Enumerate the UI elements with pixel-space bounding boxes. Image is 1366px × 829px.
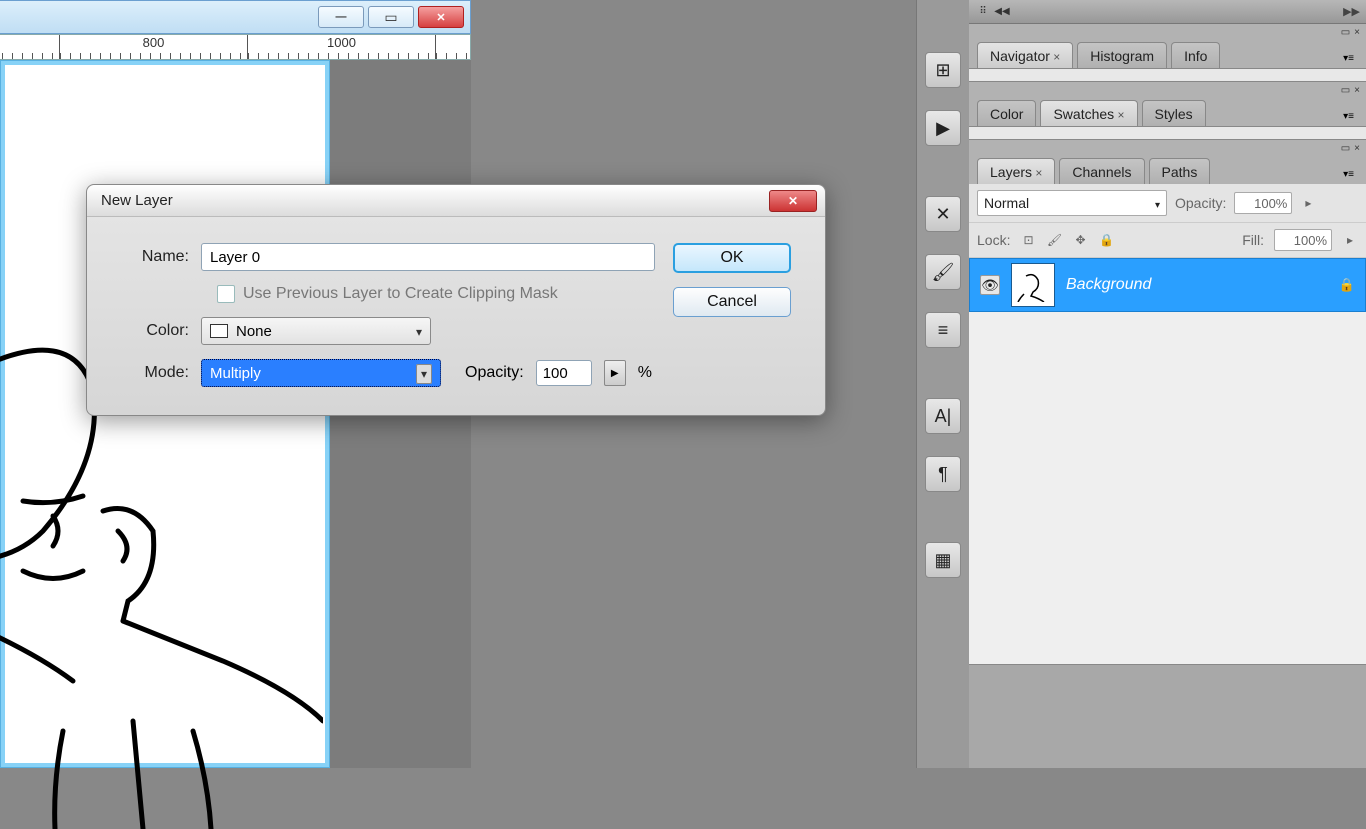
- ruler-tick: 800: [59, 35, 247, 59]
- panel-minimize-icon[interactable]: ▭: [1341, 27, 1350, 38]
- layer-thumbnail[interactable]: [1012, 264, 1054, 306]
- panel-close-icon[interactable]: ×: [1354, 27, 1360, 38]
- horizontal-ruler[interactable]: 600 800 1000 1200 14: [0, 34, 471, 60]
- sketch-drawing: [0, 61, 323, 829]
- layer-row-background[interactable]: Background: [969, 258, 1366, 312]
- tab-styles[interactable]: Styles: [1142, 100, 1206, 126]
- panel-minimize-icon[interactable]: ▭: [1341, 143, 1350, 154]
- color-label: Color:: [121, 322, 189, 340]
- mode-label: Mode:: [121, 364, 189, 382]
- tab-navigator[interactable]: Navigator: [977, 42, 1073, 68]
- tab-channels[interactable]: Channels: [1059, 158, 1144, 184]
- actions-dock-icon[interactable]: ▦: [925, 542, 961, 578]
- lock-transparency-icon[interactable]: ⊡: [1020, 232, 1036, 248]
- opacity-label: Opacity:: [465, 364, 524, 382]
- lock-icon: [1339, 276, 1355, 294]
- tab-histogram[interactable]: Histogram: [1077, 42, 1167, 68]
- expand-right-icon[interactable]: ▶▶: [1343, 5, 1360, 18]
- visibility-toggle[interactable]: [980, 275, 1000, 295]
- panel-close-icon[interactable]: ×: [1354, 143, 1360, 154]
- blend-mode-value: Normal: [984, 195, 1029, 211]
- dialog-close-button[interactable]: [769, 190, 817, 212]
- clipping-mask-checkbox[interactable]: [217, 285, 235, 303]
- percent-label: %: [638, 364, 652, 382]
- opacity-label: Opacity:: [1175, 195, 1226, 211]
- lock-brush-icon[interactable]: 🖌: [1046, 232, 1062, 248]
- character-dock-icon[interactable]: A|: [925, 398, 961, 434]
- tab-info[interactable]: Info: [1171, 42, 1220, 68]
- layer-name-input[interactable]: [201, 243, 655, 271]
- ruler-tick: 600: [0, 35, 59, 59]
- panel-header-bar[interactable]: ⠿◀◀ ▶▶: [969, 0, 1366, 24]
- color-swatch-icon: [210, 324, 228, 338]
- name-label: Name:: [121, 248, 189, 266]
- layer-fill-field[interactable]: 100%: [1274, 229, 1332, 251]
- cancel-button[interactable]: Cancel: [673, 287, 791, 317]
- color-panel-group: ▭ × Color Swatches Styles ▾≡: [969, 82, 1366, 140]
- color-value: None: [236, 323, 272, 340]
- minimize-button[interactable]: [318, 6, 364, 28]
- chevron-down-icon: [1155, 195, 1160, 211]
- dialog-title: New Layer: [101, 192, 173, 209]
- panel-stack: ⠿◀◀ ▶▶ ▭ × Navigator Histogram Info ▾≡ ▭ ×…: [969, 0, 1366, 768]
- tools-dock-icon[interactable]: ✕: [925, 196, 961, 232]
- navigator-panel-group: ▭ × Navigator Histogram Info ▾≡: [969, 24, 1366, 82]
- color-select[interactable]: None: [201, 317, 431, 345]
- brushes-dock-icon[interactable]: 🖌: [925, 254, 961, 290]
- opacity-stepper[interactable]: [604, 360, 626, 386]
- close-button[interactable]: [418, 6, 464, 28]
- blend-mode-combo[interactable]: Normal: [977, 190, 1167, 216]
- blend-mode-select[interactable]: Multiply: [201, 359, 441, 387]
- window-buttons: [318, 6, 464, 28]
- tab-paths[interactable]: Paths: [1149, 158, 1211, 184]
- lock-move-icon[interactable]: ✥: [1072, 232, 1088, 248]
- navigator-dock-icon[interactable]: ⊞: [925, 52, 961, 88]
- panel-menu-icon[interactable]: ▾≡: [1339, 107, 1358, 126]
- panel-minimize-icon[interactable]: ▭: [1341, 85, 1350, 96]
- panel-menu-icon[interactable]: ▾≡: [1339, 165, 1358, 184]
- chevron-down-icon: [416, 365, 432, 382]
- layers-panel-group: ▭ × Layers Channels Paths ▾≡ Normal Opaci…: [969, 140, 1366, 665]
- maximize-button[interactable]: [368, 6, 414, 28]
- chevron-down-icon: [416, 323, 422, 340]
- grip-icon: ⠿: [975, 5, 991, 19]
- layers-panel-body: Normal Opacity: 100% ▸ Lock: ⊡ 🖌 ✥ 🔒 Fil…: [969, 184, 1366, 664]
- collapse-left-icon[interactable]: ◀◀: [994, 5, 1010, 19]
- color-dock-icon[interactable]: ▶: [925, 110, 961, 146]
- tab-color[interactable]: Color: [977, 100, 1036, 126]
- fill-label: Fill:: [1242, 232, 1264, 248]
- lock-label: Lock:: [977, 232, 1010, 248]
- layers-dock-icon[interactable]: ≡: [925, 312, 961, 348]
- clipping-mask-label: Use Previous Layer to Create Clipping Ma…: [243, 285, 558, 303]
- ruler-tick: 1000: [247, 35, 435, 59]
- panel-dock: ⊞ ▶ ✕ 🖌 ≡ A| ¶ ▦: [916, 0, 969, 768]
- new-layer-dialog: New Layer Name: Use Previous Layer to Cr…: [86, 184, 826, 416]
- right-panel-area: ⊞ ▶ ✕ 🖌 ≡ A| ¶ ▦ ⠿◀◀ ▶▶ ▭ × Navigator His…: [916, 0, 1366, 768]
- opacity-input[interactable]: [536, 360, 592, 386]
- panel-close-icon[interactable]: ×: [1354, 85, 1360, 96]
- flyout-icon[interactable]: ▸: [1300, 195, 1316, 211]
- layer-name: Background: [1066, 276, 1327, 294]
- tab-swatches[interactable]: Swatches: [1040, 100, 1137, 126]
- panel-menu-icon[interactable]: ▾≡: [1339, 49, 1358, 68]
- lock-all-icon[interactable]: 🔒: [1098, 232, 1114, 248]
- document-titlebar[interactable]: /8): [0, 0, 471, 34]
- layer-opacity-field[interactable]: 100%: [1234, 192, 1292, 214]
- mode-value: Multiply: [210, 365, 261, 382]
- flyout-icon[interactable]: ▸: [1342, 232, 1358, 248]
- paragraph-dock-icon[interactable]: ¶: [925, 456, 961, 492]
- dialog-titlebar[interactable]: New Layer: [87, 185, 825, 217]
- ok-button[interactable]: OK: [673, 243, 791, 273]
- tab-layers[interactable]: Layers: [977, 158, 1055, 184]
- ruler-tick: 1200: [435, 35, 471, 59]
